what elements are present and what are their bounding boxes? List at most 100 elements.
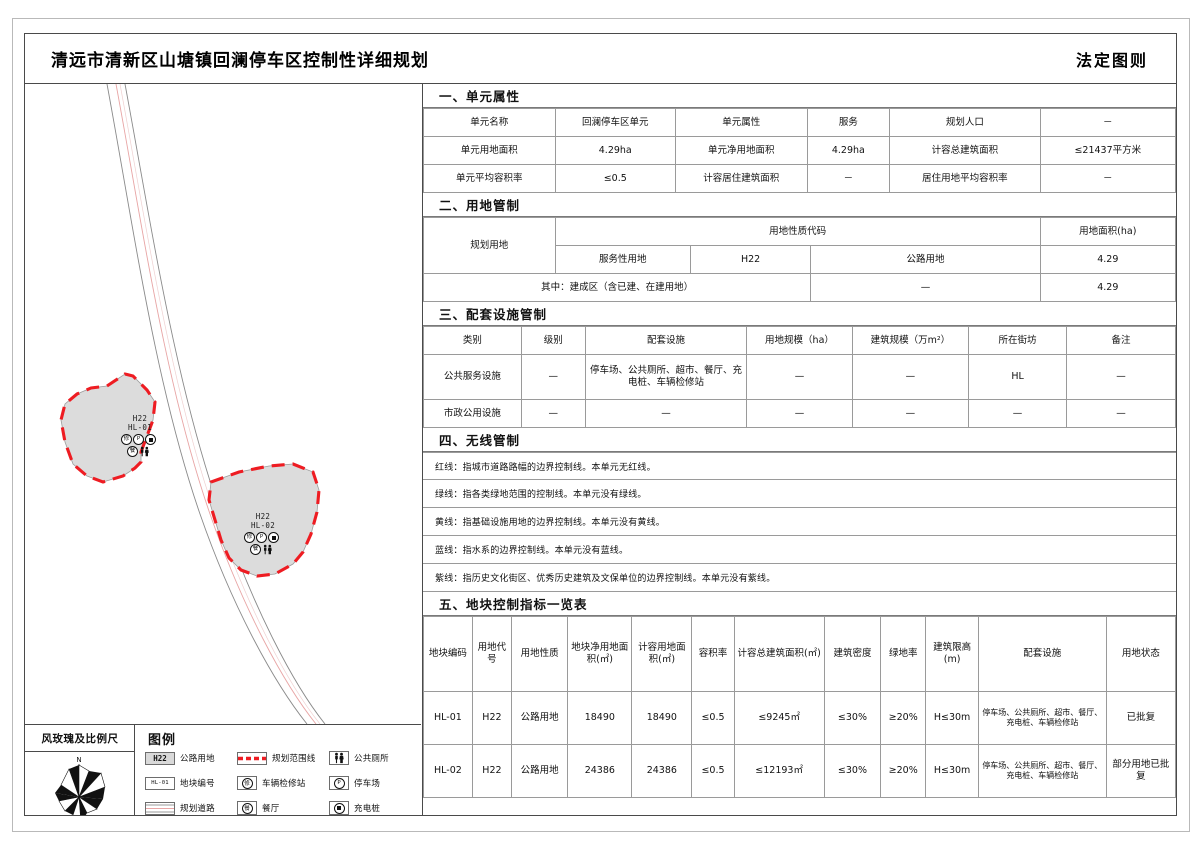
parcel-label-hl02: H22 HL-02 [243,512,283,530]
legend-item-road: 规划道路 [145,801,237,815]
cell-label: 单元用地面积 [423,136,556,165]
table-row: HL-02 H22 公路用地 24386 24386 ≤0.5 ≤12193㎡ … [423,744,1176,798]
legend-item-restaurant: 餐 餐厅 [237,801,329,815]
cell-road-land: 公路用地 [810,245,1041,274]
cell-building-density: ≤30% [823,691,882,745]
cell-label: 单元平均容积率 [423,164,556,193]
col-remark: 备注 [1065,326,1176,355]
control-line-purple: 紫线：指历史文化街区、优秀历史建筑及文保单位的边界控制线。本单元没有紫线。 [423,564,1176,592]
page-title: 清远市清新区山塘镇回澜停车区控制性详细规划 [51,51,429,71]
section-5-heading: 五、地块控制指标一览表 [423,592,1176,616]
legend-label: 餐厅 [262,804,280,814]
cell-planned-land: 规划用地 [423,217,556,274]
cell-remark: — [1065,354,1176,400]
cell-net-area: 24386 [567,744,633,798]
cell-value: 4.29ha [554,136,676,165]
repair-station-icon: 修 [244,532,255,543]
col-height-limit: 建筑限高(m) [925,616,979,692]
cell-height-limit: H≤30m [925,744,979,798]
cell-facility: — [584,399,748,428]
repair-circle-glyph: 修 [241,777,253,789]
cell-value: 4.29ha [806,136,891,165]
data-panel: 一、单元属性 单元名称 回澜停车区单元 单元属性 服务 规划人口 － 单元用地面… [423,84,1176,815]
repair-station-icon: 修 [237,776,257,790]
cell-land-code: H22 [471,691,512,745]
control-lines-list: 红线：指城市道路路幅的边界控制线。本单元无红线。 绿线：指各类绿地范围的控制线。… [423,452,1176,592]
control-line-red: 红线：指城市道路路幅的边界控制线。本单元无红线。 [423,452,1176,480]
cell-value: ≤21437平方米 [1039,136,1176,165]
planned-road-icon [145,801,175,815]
col-far: 容积率 [691,616,735,692]
toilet-icon [139,446,150,457]
legend-item-landuse: H22 公路用地 [145,751,237,765]
col-land-nature: 用地性质 [510,616,569,692]
section-4-heading: 四、无线管制 [423,428,1176,452]
cell-value: － [806,164,891,193]
cell-category: 市政公用设施 [423,399,522,428]
cell-code: H22 [689,245,812,274]
cell-building-scale: — [851,399,970,428]
legend-label: 停车场 [354,779,381,789]
cell-facilities: 停车场、公共厕所、超市、餐厅、充电桩、车辆检修站 [977,744,1107,798]
parcel-code-top: H22 [132,414,148,423]
table-row: 单元用地面积 4.29ha 单元净用地面积 4.29ha 计容总建筑面积 ≤21… [423,136,1176,165]
parcel-code-swatch: HL-01 [145,776,175,790]
cell-value: － [1039,108,1176,137]
cell-far-area: 24386 [631,744,693,798]
cell-code-group: 用地性质代码 [554,217,1041,246]
charging-pile-icon [268,532,279,543]
legend-label: 规划道路 [180,804,215,814]
toilet-icon [329,751,349,765]
cell-label: 单元名称 [423,108,556,137]
wind-rose-title: 风玫瑰及比例尺 [25,725,135,752]
legend-label: 车辆检修站 [262,779,306,789]
document-type-label: 法定图则 [1075,51,1148,70]
landuse-h22-swatch: H22 [145,751,175,765]
toilet-icon [262,544,273,555]
cell-value: ≤0.5 [554,164,676,193]
col-land-status: 用地状态 [1105,616,1176,692]
cell-label: 居住用地平均容积率 [889,164,1041,193]
restaurant-icon: 餐 [127,446,138,457]
wind-rose-diagram: N [55,756,106,815]
parcel-label-hl01: H22 HL-01 [120,414,160,432]
col-land-scale: 用地规模（ha） [746,326,853,355]
cell-far: ≤0.5 [691,744,735,798]
col-building-density: 建筑密度 [823,616,882,692]
cell-label: 计容居住建筑面积 [674,164,808,193]
cell-total-floor-area: ≤9245㎡ [733,691,825,745]
charging-pile-icon [145,434,156,445]
col-far-area: 计容用地面积(㎡) [631,616,693,692]
legend-item-parking: P 停车场 [329,776,417,790]
cell-net-area: 18490 [567,691,633,745]
parcel-icons-hl01-row2: 餐 [127,446,150,457]
cell-level: — [520,399,586,428]
section-3-heading: 三、配套设施管制 [423,302,1176,326]
table-header-row: 类别 级别 配套设施 用地规模（ha） 建筑规模（万m²） 所在街坊 备注 [423,326,1176,355]
legend-item-charging: 充电桩 [329,801,417,815]
cell-builtup-value: — [810,273,1041,302]
map-panel: H22 HL-01 修 P 餐 H22 HL-02 修 P 餐 风玫瑰及比例尺 … [25,84,423,815]
parcel-icons-hl02-row2: 餐 [250,544,273,555]
cell-far-area: 18490 [631,691,693,745]
legend-label: 公共厕所 [354,754,389,764]
cell-green-ratio: ≥20% [880,691,927,745]
parcel-icons-hl02-row1: 修 P [244,532,279,543]
north-label: N [76,756,81,764]
parcel-code-bottom-2: HL-02 [250,521,276,530]
parcel-code-bottom: HL-01 [127,423,153,432]
parking-icon: P [256,532,267,543]
restaurant-icon: 餐 [237,801,257,815]
col-green-ratio: 绿地率 [880,616,927,692]
legend-label: 充电桩 [354,804,381,814]
map-canvas[interactable]: H22 HL-01 修 P 餐 H22 HL-02 修 P 餐 [25,84,421,724]
col-level: 级别 [520,326,586,355]
cell-label: 规划人口 [889,108,1041,137]
cell-land-status: 部分用地已批复 [1105,744,1176,798]
col-building-scale: 建筑规模（万m²） [851,326,970,355]
cell-label: 单元净用地面积 [674,136,808,165]
col-facilities: 配套设施 [977,616,1107,692]
cell-level: — [520,354,586,400]
cell-value: 回澜停车区单元 [554,108,676,137]
cell-parcel-code: HL-02 [423,744,473,798]
